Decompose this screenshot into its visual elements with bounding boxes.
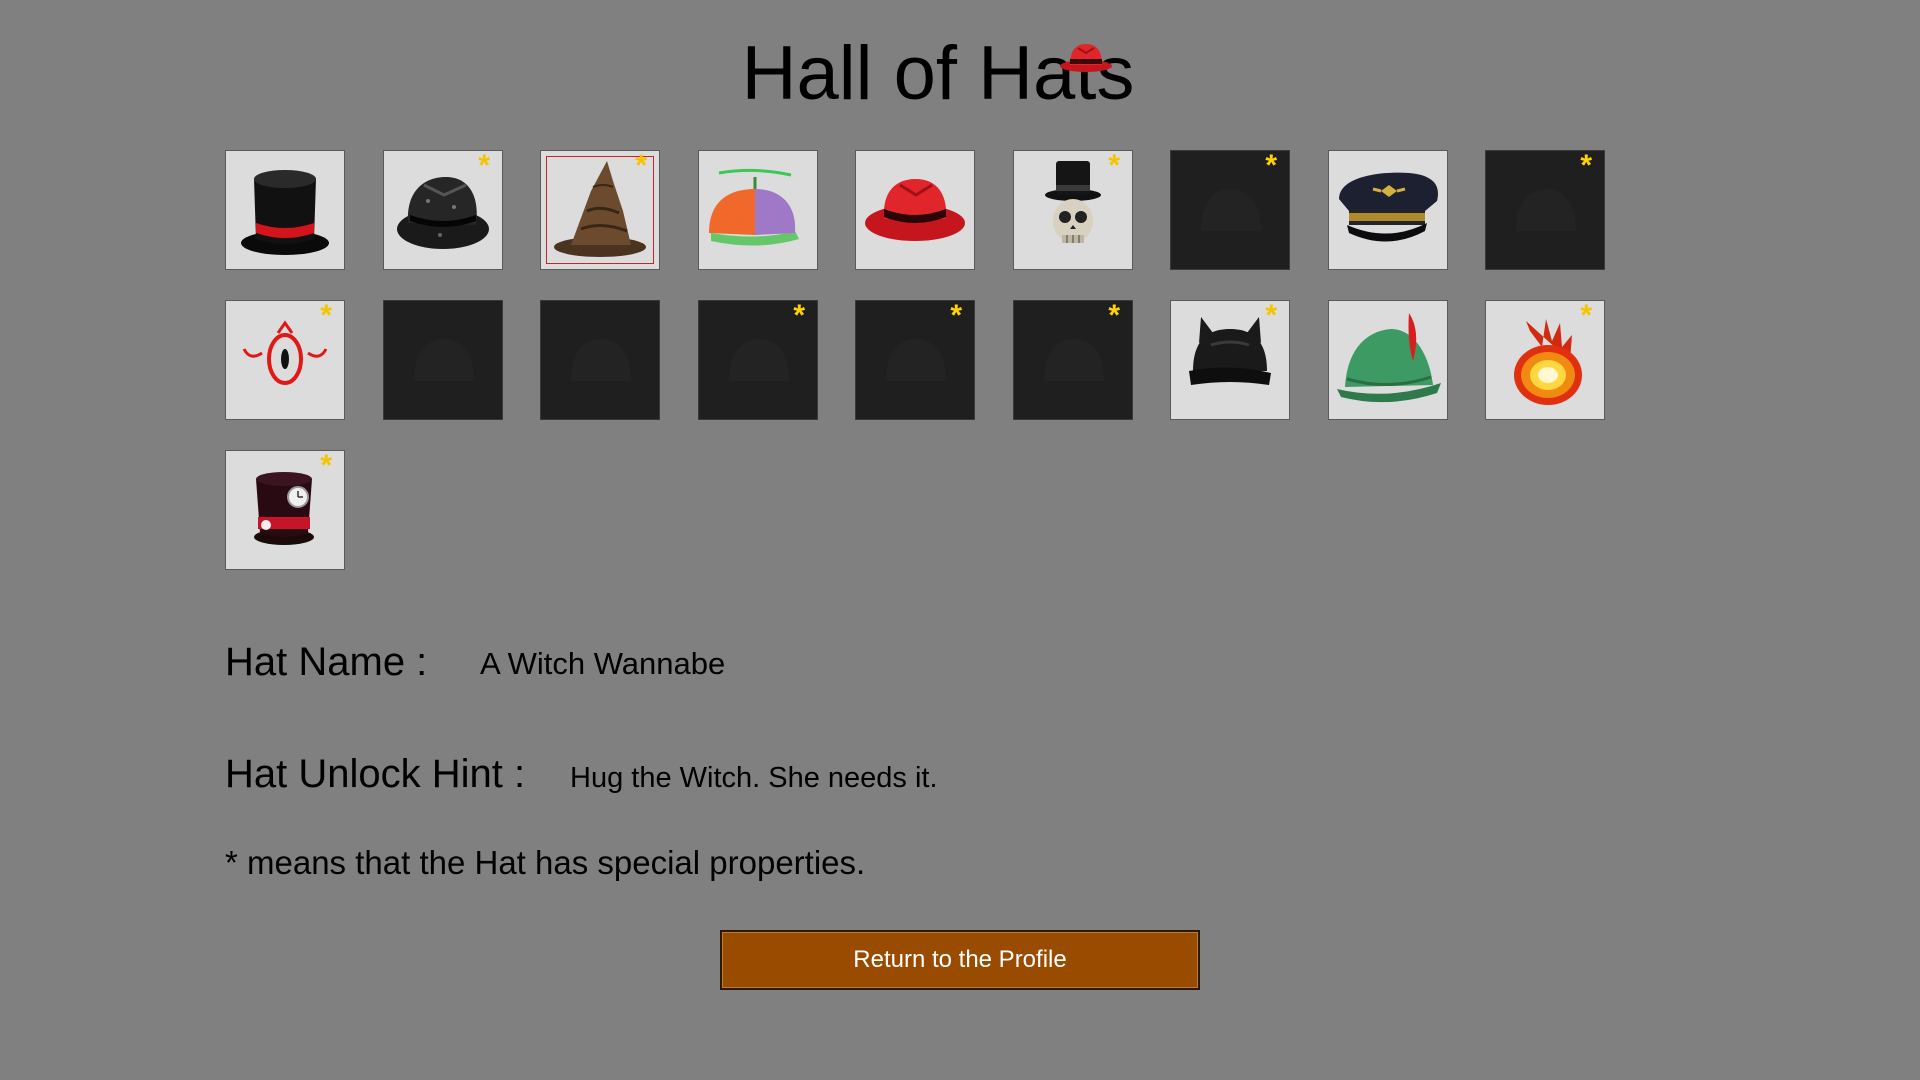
locked-hat-tile[interactable]: * [855,300,975,420]
hat-tile[interactable]: * [383,150,503,270]
locked-hat-tile[interactable]: * [1485,150,1605,270]
hat-name-value: A Witch Wannabe [480,646,726,681]
special-star-icon: * [1580,300,1592,332]
locked-hat-tile[interactable] [540,300,660,420]
hat-tile[interactable]: * [225,300,345,420]
hat-tile[interactable] [1328,300,1448,420]
hat-tile[interactable]: * [1013,150,1133,270]
hat-tile[interactable] [698,150,818,270]
return-to-profile-button[interactable]: Return to the Profile [720,930,1200,990]
locked-hat-tile[interactable]: * [1170,150,1290,270]
hat-tile[interactable]: * [540,150,660,270]
locked-hat-tile[interactable]: * [698,300,818,420]
special-star-icon: * [478,150,490,182]
special-star-icon: * [1265,150,1277,182]
special-properties-note: * means that the Hat has special propert… [225,844,866,881]
special-star-icon: * [950,300,962,332]
hat-tile[interactable] [1328,150,1448,270]
hat-tile[interactable]: * [1485,300,1605,420]
locked-hat-tile[interactable]: * [1013,300,1133,420]
hat-tile[interactable]: * [225,450,345,570]
propeller-beanie-icon [709,168,799,246]
special-star-icon: * [793,300,805,332]
officer-cap-icon [1339,172,1438,242]
top-hat-red-band-icon [241,170,329,255]
special-star-icon: * [635,150,647,182]
special-star-icon: * [1580,150,1592,182]
locked-hat-icon [414,339,474,381]
red-fedora-icon [865,179,965,241]
hat-tile[interactable] [225,150,345,270]
title-container: Hall of Hats [0,28,1876,120]
hat-unlock-hint-label: Hat Unlock Hint : [225,752,526,796]
special-star-icon: * [320,450,332,482]
hat-unlock-hint-value: Hug the Witch. She needs it. [570,762,938,794]
green-feather-hat-icon [1337,313,1441,403]
page-title: Hall of Hats [742,28,1135,120]
hat-tile[interactable]: * [1170,300,1290,420]
locked-hat-tile[interactable] [383,300,503,420]
locked-hat-icon [571,339,631,381]
special-star-icon: * [1108,150,1120,182]
special-star-icon: * [1265,300,1277,332]
special-star-icon: * [1108,300,1120,332]
hat-name-label: Hat Name : [225,640,428,684]
hat-tile[interactable] [855,150,975,270]
special-star-icon: * [320,300,332,332]
red-fedora-title-icon [1060,44,1113,72]
